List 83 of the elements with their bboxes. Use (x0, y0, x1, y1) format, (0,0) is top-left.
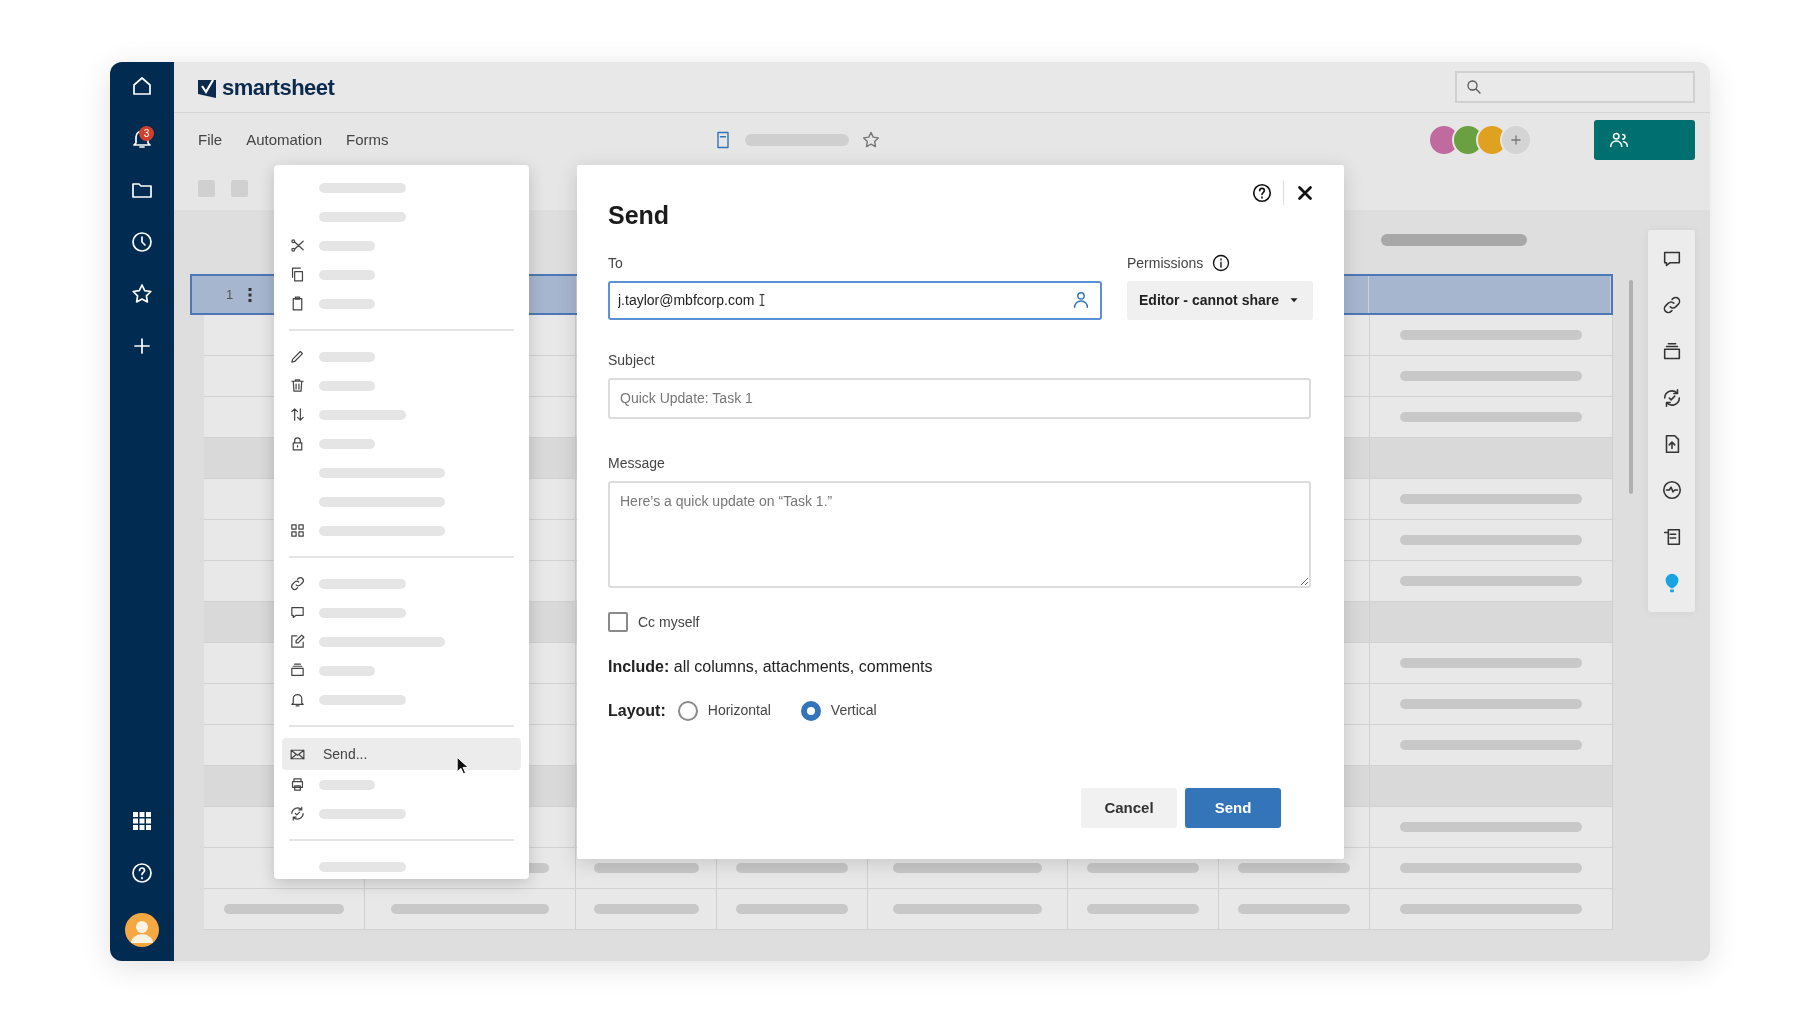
field-label: Permissions (1127, 253, 1204, 273)
activity-log-button[interactable] (1660, 479, 1683, 502)
send-button[interactable]: Send (1185, 788, 1281, 828)
apps4-icon (289, 522, 306, 539)
favorite-icon (860, 130, 881, 150)
copy-icon (289, 266, 306, 283)
link-icon (289, 575, 306, 592)
trash-icon (289, 377, 306, 394)
menu-item-placeholder[interactable] (319, 861, 406, 872)
menu-item-placeholder[interactable] (319, 182, 406, 193)
home-icon (130, 74, 154, 98)
bell-icon (289, 691, 306, 708)
recents-button[interactable] (130, 230, 154, 254)
menu-item[interactable]: File (198, 128, 223, 152)
notification-badge: 3 (139, 126, 154, 141)
permissions-dropdown[interactable]: Editor - cannot share (1127, 280, 1313, 320)
recents-icon (130, 230, 154, 254)
logo-text: smartsheet (222, 73, 335, 102)
home-button[interactable] (130, 74, 154, 98)
layout-label: Layout: (608, 700, 666, 721)
menu-item[interactable]: Automation (246, 128, 323, 152)
menu-item-placeholder[interactable] (319, 351, 375, 362)
more-icon (248, 287, 253, 302)
plus-icon (1509, 133, 1523, 147)
help-button[interactable] (1251, 182, 1273, 204)
menu-item-placeholder[interactable] (319, 636, 445, 647)
menu-item-placeholder[interactable] (319, 808, 406, 819)
scissors-icon (289, 237, 306, 254)
menu-item-placeholder[interactable] (319, 240, 375, 251)
pencil-icon (289, 348, 306, 365)
checkbox-label: Cc myself (638, 612, 700, 632)
info-icon (1211, 253, 1232, 273)
comment-icon (289, 604, 306, 621)
include-text: Include: all columns, attachments, comments (608, 656, 934, 677)
menu-item-placeholder[interactable] (319, 779, 375, 790)
field-label: To (608, 253, 624, 273)
help-icon (130, 861, 154, 885)
menu-item-placeholder[interactable] (319, 438, 375, 449)
apps-icon (130, 809, 154, 833)
cancel-button[interactable]: Cancel (1081, 788, 1177, 828)
menu-item-placeholder[interactable] (319, 269, 375, 280)
checkbox[interactable] (608, 612, 628, 632)
radio-button[interactable] (800, 700, 821, 721)
dialog-title: Send (608, 200, 671, 231)
favorites-icon (130, 282, 154, 306)
subject-field[interactable]: Quick Update: Task 1 (608, 377, 1311, 419)
card-icon (289, 662, 306, 679)
edit-icon (289, 633, 306, 650)
favorite-button[interactable] (860, 130, 881, 150)
message-field[interactable]: Here’s a quick update on “Task 1.” (608, 480, 1311, 588)
field-label: Subject (608, 350, 656, 370)
help-button[interactable] (130, 861, 154, 885)
radio-label: Horizontal (707, 701, 771, 720)
row-number: 1 (226, 285, 234, 304)
menu-item-placeholder[interactable] (319, 694, 406, 705)
radio-button[interactable] (677, 700, 698, 721)
menu-item[interactable]: Send... (282, 738, 521, 770)
menu-item[interactable]: Forms (346, 128, 389, 152)
search-field[interactable] (1455, 71, 1695, 103)
user-avatar[interactable] (125, 913, 159, 947)
menu-item-placeholder[interactable] (319, 380, 375, 391)
share-button[interactable] (1594, 120, 1695, 160)
menu-item-placeholder[interactable] (319, 211, 406, 222)
menu-item-placeholder[interactable] (319, 525, 445, 536)
sync-icon (289, 805, 306, 822)
menu-item-placeholder[interactable] (319, 578, 406, 589)
menu-item-placeholder[interactable] (319, 607, 406, 618)
favorites-button[interactable] (130, 282, 154, 306)
activity-icon (1660, 479, 1683, 502)
menu-item-placeholder[interactable] (319, 409, 406, 420)
print-icon (289, 776, 306, 793)
notifications-button[interactable]: 3 (130, 126, 154, 150)
menu-item-placeholder[interactable] (319, 298, 375, 309)
menu-item-placeholder[interactable] (319, 665, 375, 676)
help-icon (1251, 182, 1273, 204)
field-label: Message (608, 453, 666, 473)
search-icon (1465, 78, 1483, 96)
menu-item-placeholder[interactable] (319, 467, 445, 478)
apps-button[interactable] (130, 809, 154, 833)
sort-icon (289, 406, 306, 423)
to-field[interactable]: j.taylor@mbfcorp.com (608, 280, 1102, 320)
radio-label: Vertical (830, 701, 877, 720)
menu-item-placeholder[interactable] (319, 496, 445, 507)
